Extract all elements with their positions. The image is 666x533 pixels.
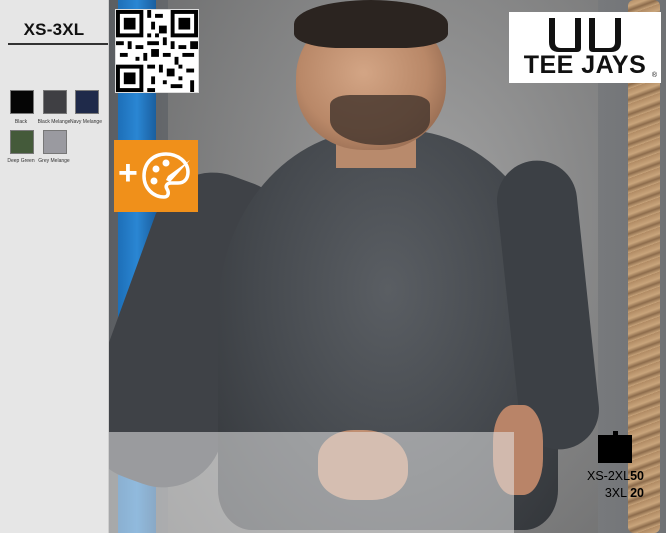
bottom-overlay-panel bbox=[108, 432, 514, 533]
spec-sidebar: XS-3XL Black Black Melange Navy Melange … bbox=[0, 0, 109, 533]
color-swatch-black-melange[interactable] bbox=[43, 90, 67, 114]
packaging-sizes: 3XL bbox=[604, 486, 627, 500]
color-swatch-deep-green[interactable] bbox=[10, 130, 34, 154]
swatch-label: Grey Melange bbox=[38, 158, 70, 164]
packaging-row: XS-2XL50 bbox=[587, 469, 644, 483]
palette-graphic bbox=[142, 152, 190, 199]
logo-text: TEE JAYS bbox=[523, 51, 647, 79]
color-swatch-grey-melange[interactable] bbox=[43, 130, 67, 154]
packaging-sizes: XS-2XL bbox=[587, 469, 631, 483]
color-swatch-black[interactable] bbox=[10, 90, 34, 114]
packaging-row: 3XL 20 bbox=[605, 486, 644, 500]
packaging-qty: 20 bbox=[630, 486, 644, 500]
qr-code-graphic bbox=[116, 10, 198, 92]
divider bbox=[8, 43, 108, 45]
registered-mark: ® bbox=[651, 72, 657, 79]
carton-box-icon bbox=[598, 435, 632, 463]
logo-mark bbox=[549, 18, 621, 52]
packaging-qty: 50 bbox=[630, 469, 644, 483]
brand-logo: TEE JAYS ® bbox=[509, 12, 661, 83]
swatch-label: Navy Melange bbox=[70, 119, 102, 125]
product-page: XS-3XL Black Black Melange Navy Melange … bbox=[0, 0, 666, 533]
color-swatch-navy-melange[interactable] bbox=[75, 90, 99, 114]
palette-brush-icon[interactable]: + bbox=[114, 140, 198, 212]
size-range: XS-3XL bbox=[23, 20, 85, 39]
plus-icon: + bbox=[118, 154, 138, 192]
qr-code-icon[interactable] bbox=[115, 9, 199, 93]
